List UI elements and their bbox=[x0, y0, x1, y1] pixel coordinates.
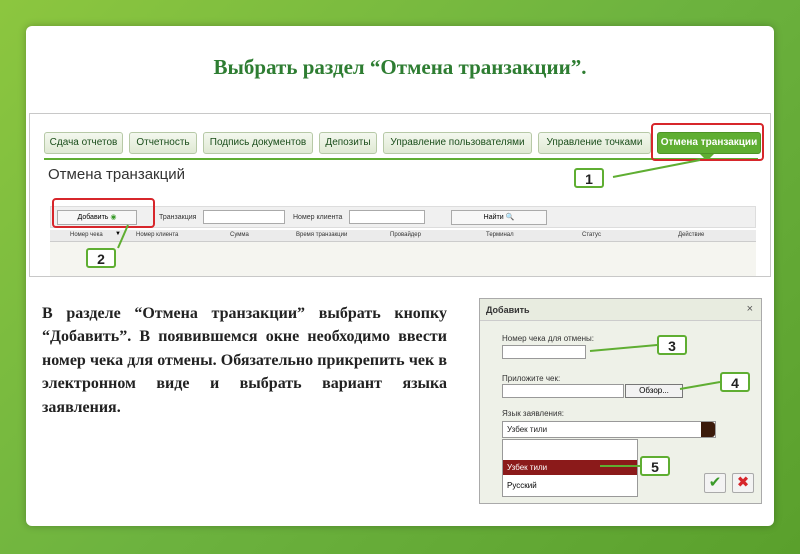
instruction-text: В разделе “Отмена транзакции” выбрать кн… bbox=[42, 305, 447, 416]
filter-bar: Добавить ◉ Транзакция Номер клиента Найт… bbox=[50, 206, 756, 228]
col-provider[interactable]: Провайдер bbox=[390, 232, 421, 238]
cancel-x-icon[interactable]: ✖ bbox=[732, 473, 754, 493]
option-uzbek[interactable]: Узбек тили bbox=[503, 460, 637, 475]
page-heading: Отмена транзакций bbox=[48, 166, 185, 183]
receipt-number-input[interactable] bbox=[502, 345, 586, 359]
language-select[interactable]: Узбек тили bbox=[502, 421, 716, 438]
sort-arrow-icon: ▼ bbox=[115, 231, 121, 237]
transaction-input[interactable] bbox=[203, 210, 285, 224]
col-client-number[interactable]: Номер клиента bbox=[136, 232, 178, 238]
step-badge-3: 3 bbox=[657, 335, 687, 355]
step-badge-2: 2 bbox=[86, 248, 116, 268]
language-selected-value: Узбек тили bbox=[507, 425, 548, 434]
find-button[interactable]: Найти 🔍 bbox=[451, 210, 547, 225]
confirm-check-icon[interactable]: ✔ bbox=[704, 473, 726, 493]
dialog-titlebar: Добавить × bbox=[480, 299, 761, 321]
highlight-add-button bbox=[52, 198, 155, 228]
tab-user-management[interactable]: Управление пользователями bbox=[383, 132, 532, 154]
close-icon[interactable]: × bbox=[747, 303, 753, 315]
attach-file-input[interactable] bbox=[502, 384, 624, 398]
step-badge-5: 5 bbox=[640, 456, 670, 476]
add-dialog-screenshot: Добавить × Номер чека для отмены: Прилож… bbox=[479, 298, 762, 504]
dropdown-arrow-icon[interactable] bbox=[701, 422, 715, 437]
step-badge-1: 1 bbox=[574, 168, 604, 188]
language-dropdown-list: Узбек тили Русский bbox=[502, 439, 638, 497]
search-icon: 🔍 bbox=[505, 214, 515, 221]
tab-sign-documents[interactable]: Подпись документов bbox=[203, 132, 313, 154]
attach-receipt-label: Приложите чек: bbox=[502, 374, 561, 383]
tab-deposits[interactable]: Депозиты bbox=[319, 132, 377, 154]
language-label: Язык заявления: bbox=[502, 409, 564, 418]
col-amount[interactable]: Сумма bbox=[230, 232, 249, 238]
slide-title: Выбрать раздел “Отмена транзакции”. bbox=[213, 55, 587, 79]
col-transaction-time[interactable]: Время транзакции bbox=[296, 232, 347, 238]
table-body bbox=[50, 242, 756, 276]
highlight-cancel-tab bbox=[651, 123, 764, 161]
option-russian[interactable]: Русский bbox=[503, 478, 637, 493]
dialog-title: Добавить bbox=[486, 305, 530, 315]
browse-button[interactable]: Обзор... bbox=[625, 384, 683, 398]
col-terminal[interactable]: Терминал bbox=[486, 232, 514, 238]
client-number-label: Номер клиента bbox=[293, 214, 343, 221]
client-number-input[interactable] bbox=[349, 210, 425, 224]
col-action[interactable]: Действие bbox=[678, 232, 704, 238]
tab-reports-submit[interactable]: Сдача отчетов bbox=[44, 132, 123, 154]
tab-reporting[interactable]: Отчетность bbox=[129, 132, 197, 154]
receipt-number-label: Номер чека для отмены: bbox=[502, 334, 594, 343]
col-receipt-number[interactable]: Номер чека bbox=[70, 232, 103, 238]
tab-point-management[interactable]: Управление точками bbox=[538, 132, 651, 154]
col-status[interactable]: Статус bbox=[582, 232, 601, 238]
transaction-label: Транзакция bbox=[159, 214, 197, 221]
step-badge-4: 4 bbox=[720, 372, 750, 392]
table-header: Номер чека ▼ Номер клиента Сумма Время т… bbox=[50, 230, 756, 242]
find-button-label: Найти bbox=[483, 214, 504, 221]
